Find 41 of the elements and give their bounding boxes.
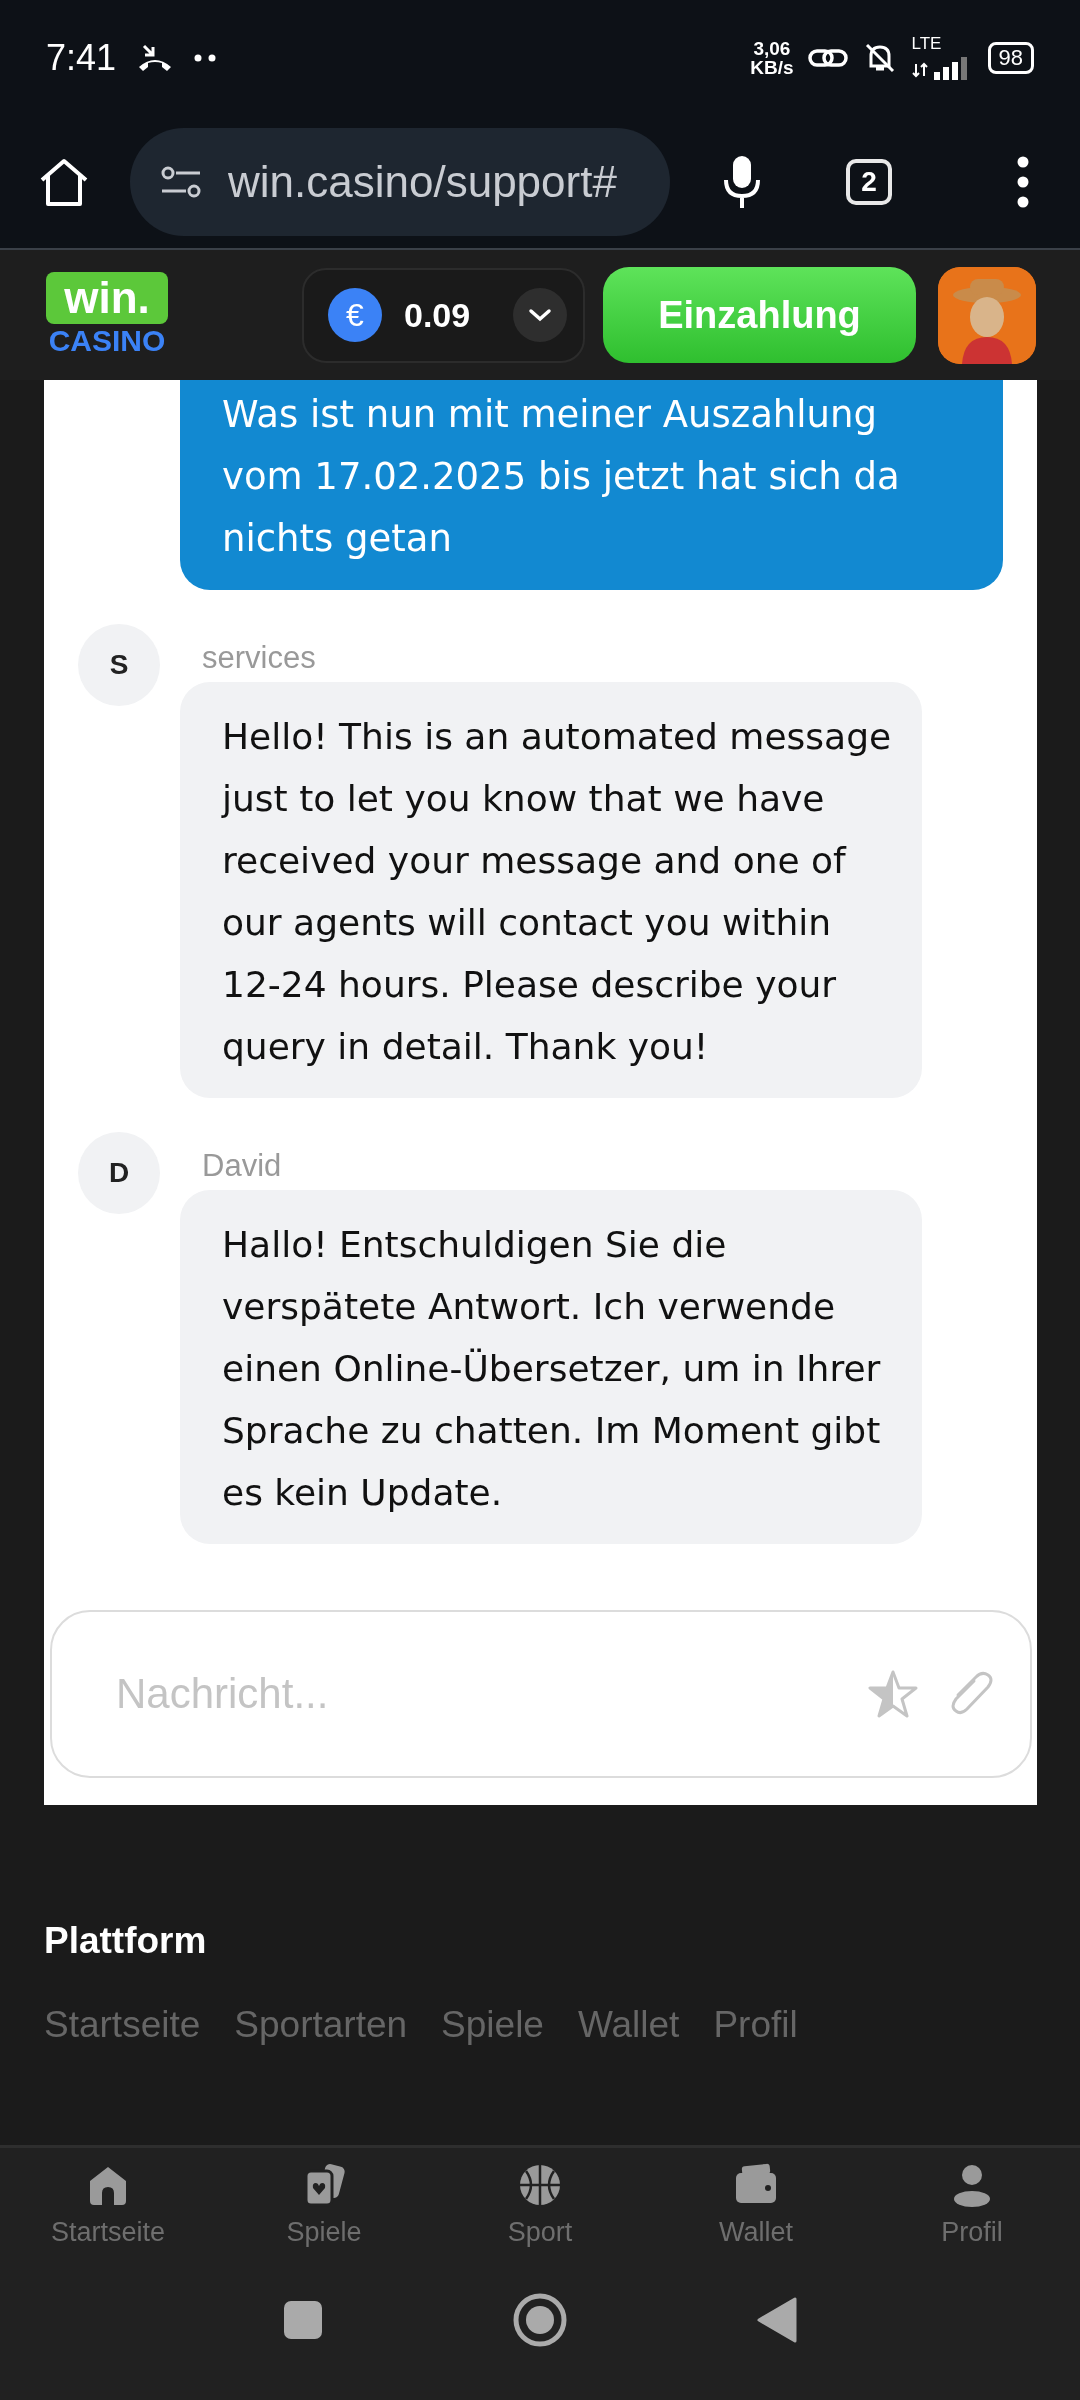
sender-name: David (202, 1150, 283, 1182)
footer-link[interactable]: Spiele (441, 2004, 544, 2046)
clock-time: 7:41 (46, 36, 117, 79)
nav-tab[interactable]: Profil (864, 2148, 1080, 2260)
message-input[interactable]: Nachricht... (114, 1669, 842, 1719)
balance-amount: 0.09 (404, 295, 471, 335)
nav-tab[interactable]: Spiele (216, 2148, 432, 2260)
back-icon[interactable] (757, 2297, 797, 2343)
footer-link[interactable]: Startseite (44, 2004, 201, 2046)
chevron-down-icon[interactable] (528, 308, 552, 322)
logo-wordmark[interactable]: win. (46, 272, 168, 324)
star-icon[interactable] (868, 1670, 918, 1718)
deposit-button[interactable]: Einzahlung (603, 267, 916, 363)
nav-tab[interactable]: Wallet (648, 2148, 864, 2260)
home-button-icon[interactable] (513, 2293, 567, 2347)
avatar-icon[interactable] (938, 266, 1036, 364)
footer-link[interactable]: Profil (713, 2004, 798, 2046)
network-speed: 3,06 KB/s (750, 38, 794, 77)
footer-link[interactable]: Sportarten (234, 2004, 408, 2046)
logo-subtitle: CASINO (48, 324, 166, 358)
currency-badge: € (328, 288, 382, 342)
network-type: LTE (911, 35, 942, 52)
received-message: Hello! This is an automated message just to let you know that we have received your message and one of our agents will contact you within 12-24 hours. Please describe your query in detail. Thank you! (180, 682, 922, 1098)
sent-message: Was ist nun mit meiner Auszahlung vom 17.02.2025 bis jetzt hat sich da nichts getan (180, 380, 1003, 590)
site-settings-icon[interactable] (160, 164, 202, 199)
notification-dots-icon (194, 53, 217, 62)
microphone-icon[interactable] (722, 153, 762, 210)
received-message: Hallo! Entschuldigen Sie die verspätete Antwort. Ich verwende einen Online-Übersetzer, um in Ihrer Sprache zu chatten. Im Moment gibt es kein Update. (180, 1190, 922, 1544)
footer-link[interactable]: Wallet (577, 2004, 680, 2046)
footer-heading: Plattform (44, 1920, 208, 1962)
balance-selector[interactable]: € 0.09 (302, 267, 585, 363)
battery-level: 98 (987, 41, 1034, 74)
tab-count-button[interactable]: 2 (846, 158, 892, 205)
recents-icon[interactable] (283, 2300, 323, 2340)
agent-avatar: D (78, 1132, 160, 1214)
nav-tab[interactable]: Sport (432, 2148, 648, 2260)
more-options-icon[interactable] (1016, 155, 1030, 208)
sender-name: services (202, 642, 317, 674)
nav-tab[interactable]: Startseite (0, 2148, 216, 2260)
agent-avatar: S (78, 624, 160, 706)
url-field[interactable]: win.casino/support# (130, 127, 670, 236)
